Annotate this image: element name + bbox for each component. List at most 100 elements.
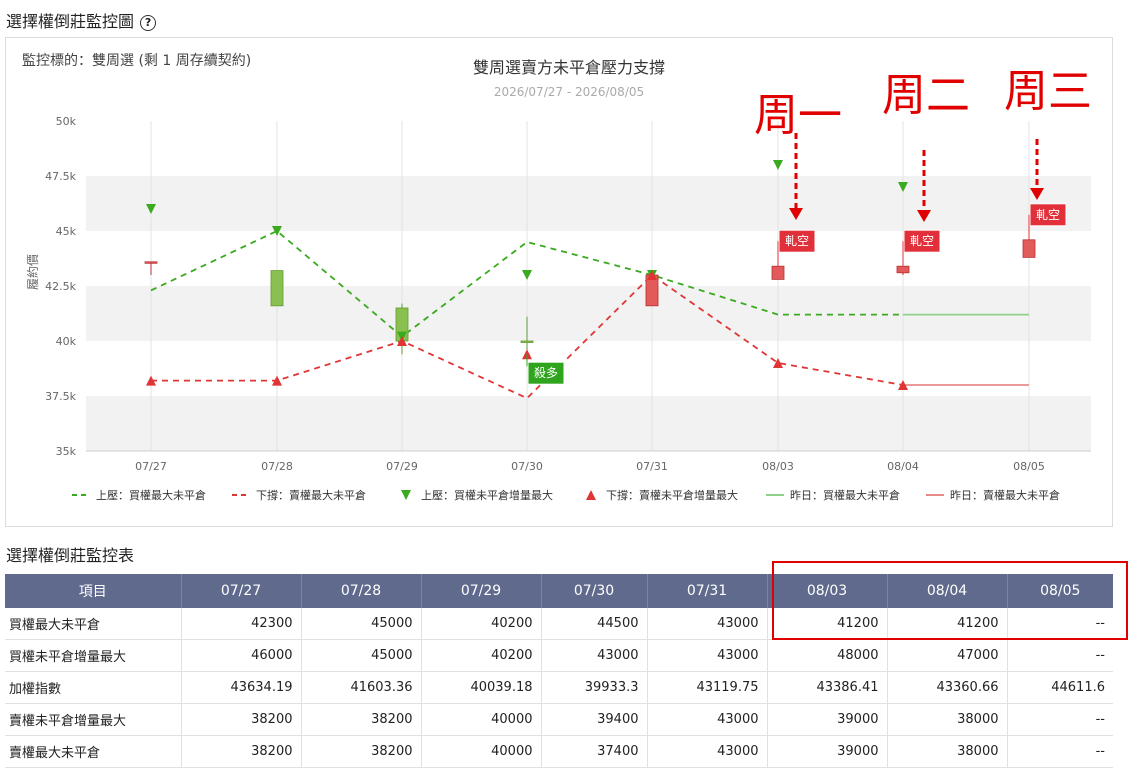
table-cell: -- [1006,735,1113,768]
candle-body [896,265,910,274]
legend-item-label: 上壓：買權未平倉增量最大 [421,488,553,502]
table-row-label: 賣權未平倉增量最大 [5,703,181,736]
y-tick-label: 40k [56,335,77,348]
x-tick-label: 08/05 [1013,460,1045,473]
x-tick-label: 07/29 [386,460,418,473]
table-cell: 47000 [886,639,1007,672]
table-cell: 43000 [646,608,767,640]
chart-subject-label: 監控標的：雙周選 (剩 1 周存續契約) [22,52,251,69]
table-cell: 45000 [300,639,421,672]
table-cell: 40200 [420,608,541,640]
table-cell: 38000 [886,735,1007,768]
y-tick-label: 37.5k [45,390,76,403]
table-cell: 37400 [540,735,647,768]
table-header-date: 08/04 [886,574,1007,608]
legend-symbol-triangle-down [401,490,411,500]
table-cell: 38200 [180,703,301,736]
table-cell: 38200 [300,703,421,736]
table-section-title: 選擇權倒莊監控表 [6,546,135,565]
flag-label: 軋空 [785,234,809,248]
table-cell: 43634.19 [180,671,301,704]
table-cell: 43000 [646,703,767,736]
annotation-text: 周三 [1004,66,1092,117]
table-row-label: 買權未平倉增量最大 [5,639,181,672]
x-tick-label: 08/03 [762,460,794,473]
table-row-label: 賣權最大未平倉 [5,735,181,768]
chart-subtitle: 2026/07/27 - 2026/08/05 [494,85,644,99]
annotation-text: 周一 [754,90,842,141]
legend-symbol-triangle-up [586,490,596,500]
marker-triangle-down [522,270,532,280]
table-cell: 39000 [766,735,887,768]
table-row: 買權最大未平倉 42300 45000 40200 44500 43000 41200 412… [5,608,1113,640]
table-row-label: 買權最大未平倉 [5,608,181,640]
legend-item-label: 上壓：買權最大未平倉 [96,488,206,502]
table-header-item: 項目 [5,574,181,608]
help-icon[interactable]: ? [140,15,157,31]
legend-item-label: 下撐：賣權未平倉增量最大 [606,488,738,502]
table-cell: 42300 [180,608,301,640]
table-cell: 41200 [766,608,887,640]
table-header-date: 07/28 [300,574,421,608]
x-tick-label: 07/27 [135,460,167,473]
table-cell: 40000 [420,703,541,736]
monitor-chart: 監控標的：雙周選 (剩 1 周存續契約) 雙周選賣方未平倉壓力支撐 2026/0… [22,52,1092,502]
table-header-date: 08/03 [766,574,887,608]
chart-panel: 監控標的：雙周選 (剩 1 周存續契約) 雙周選賣方未平倉壓力支撐 2026/0… [5,37,1113,527]
chart-section-title: 選擇權倒莊監控圖? [6,8,157,32]
candle-body [520,340,534,343]
table-cell: 43119.75 [646,671,767,704]
chart-title: 雙周選賣方未平倉壓力支撐 [473,58,665,77]
x-tick-label: 07/31 [636,460,668,473]
marker-triangle-down [773,160,783,170]
y-tick-label: 47.5k [45,170,76,183]
table-cell: 43000 [646,735,767,768]
candle-body [270,270,284,307]
grid-band [86,396,1091,451]
y-axis-label: 履約價 [25,254,40,290]
x-tick-label: 07/28 [261,460,293,473]
table-cell: 43386.41 [766,671,887,704]
table-header-date: 07/29 [420,574,541,608]
table-cell: -- [1006,703,1113,736]
y-tick-label: 50k [56,115,77,128]
table-cell: 40039.18 [420,671,541,704]
x-tick-label: 08/04 [887,460,919,473]
table-cell: 48000 [766,639,887,672]
table-cell: 39400 [540,703,647,736]
annotation-text: 周二 [882,70,970,121]
table-header-row: 項目 07/27 07/28 07/29 07/30 07/31 08/03 08/04 08/… [5,574,1113,608]
table-row: 賣權未平倉增量最大 38200 38200 40000 39400 43000 39000 3… [5,703,1113,736]
table-cell: 43360.66 [886,671,1007,704]
table-cell: -- [1006,608,1113,640]
grid-band [86,286,1091,341]
table-header-date: 08/05 [1006,574,1113,608]
table-cell: 40200 [420,639,541,672]
table-cell: -- [1006,639,1113,672]
y-tick-label: 45k [56,225,77,238]
table-row: 賣權最大未平倉 38200 38200 40000 37400 43000 39000 380… [5,735,1113,768]
chart-section-title-text: 選擇權倒莊監控圖 [6,12,135,31]
y-tick-label: 42.5k [45,280,76,293]
table-row-label: 加權指數 [5,671,181,704]
flag-label: 軋空 [910,234,934,248]
x-tick-label: 07/30 [511,460,543,473]
table-cell: 43000 [540,639,647,672]
table-header-date: 07/27 [180,574,301,608]
table-header-date: 07/30 [540,574,647,608]
table-cell: 40000 [420,735,541,768]
table-cell: 38200 [180,735,301,768]
table-cell: 39000 [766,703,887,736]
candle-body [771,265,785,280]
table-cell: 41603.36 [300,671,421,704]
candle-body [1022,239,1036,258]
legend-item-label: 下撐：賣權最大未平倉 [256,488,366,502]
candle-body [144,261,158,264]
table-cell: 45000 [300,608,421,640]
table-cell: 46000 [180,639,301,672]
table-cell: 43000 [646,639,767,672]
legend-item-label: 昨日：買權最大未平倉 [790,488,900,502]
table-header-date: 07/31 [646,574,767,608]
flag-label: 殺多 [534,366,558,380]
table-cell: 38000 [886,703,1007,736]
